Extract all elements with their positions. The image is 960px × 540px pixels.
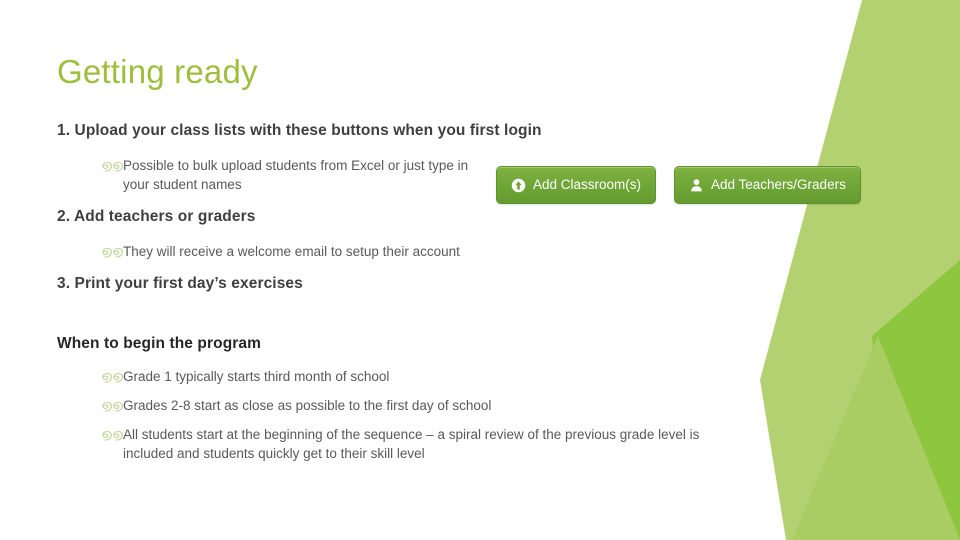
step-1-heading: 1. Upload your class lists with these bu…: [57, 122, 542, 139]
step-1-bullet-1: Possible to bulk upload students from Ex…: [123, 158, 469, 192]
step-2-bullet-1: They will receive a welcome email to set…: [123, 244, 460, 259]
step-2-heading: 2. Add teachers or graders: [57, 208, 256, 225]
person-icon: [689, 178, 704, 193]
loop-bullet-icon: ൭൭: [101, 369, 124, 383]
loop-bullet-icon: ൭൭: [101, 244, 124, 258]
step-3-heading: 3. Print your first day’s exercises: [57, 275, 303, 292]
loop-bullet-icon: ൭൭: [101, 427, 124, 441]
add-teachers-button-label: Add Teachers/Graders: [711, 177, 846, 193]
list-item: ൭൭ Grades 2-8 start as close as possible…: [101, 396, 857, 415]
list-item: ൭൭ All students start at the beginning o…: [101, 425, 857, 463]
slide-canvas: Getting ready 1. Upload your class lists…: [0, 0, 960, 540]
loop-bullet-icon: ൭൭: [101, 158, 124, 172]
when-bullet-1: Grade 1 typically starts third month of …: [123, 369, 390, 384]
loop-bullet-icon: ൭൭: [101, 398, 124, 412]
page-title: Getting ready: [57, 53, 258, 90]
add-classrooms-button-label: Add Classroom(s): [533, 177, 642, 193]
when-to-begin-heading: When to begin the program: [57, 335, 261, 352]
when-bullet-3: All students start at the beginning of t…: [123, 427, 700, 461]
deco-shape-dark-wedge: [872, 260, 960, 540]
add-teachers-button[interactable]: Add Teachers/Graders: [674, 166, 861, 204]
add-classrooms-button[interactable]: Add Classroom(s): [496, 166, 657, 204]
list-item: ൭൭ They will receive a welcome email to …: [101, 242, 857, 261]
when-bullet-2: Grades 2-8 start as close as possible to…: [123, 398, 492, 413]
list-item: ൭൭ Grade 1 typically starts third month …: [101, 367, 857, 386]
upload-circle-icon: [511, 178, 526, 193]
